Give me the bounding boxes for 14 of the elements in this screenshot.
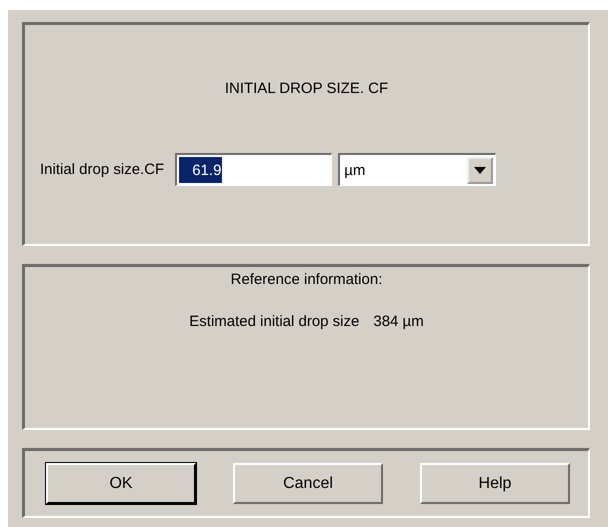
unit-dropdown[interactable]: µm (338, 153, 496, 186)
dialog-button[interactable]: Cancel (233, 463, 383, 504)
estimate-value: 384 µm (373, 313, 424, 330)
field-label: Initial drop size.CF (40, 161, 164, 178)
dropdown-button[interactable] (467, 156, 494, 184)
dropdown-value: µm (343, 162, 366, 178)
input-field[interactable]: 61.9 (175, 153, 332, 186)
dialog-button[interactable]: Help (420, 463, 570, 504)
field-value: 61.9 (179, 157, 222, 183)
caret-icon (474, 166, 486, 174)
reference-heading: Reference information: (230, 271, 382, 288)
estimate-label: Estimated initial drop size (189, 313, 360, 330)
panel-title: INITIAL DROP SIZE. CF (224, 80, 388, 97)
dialog-button[interactable]: OK (46, 463, 196, 504)
